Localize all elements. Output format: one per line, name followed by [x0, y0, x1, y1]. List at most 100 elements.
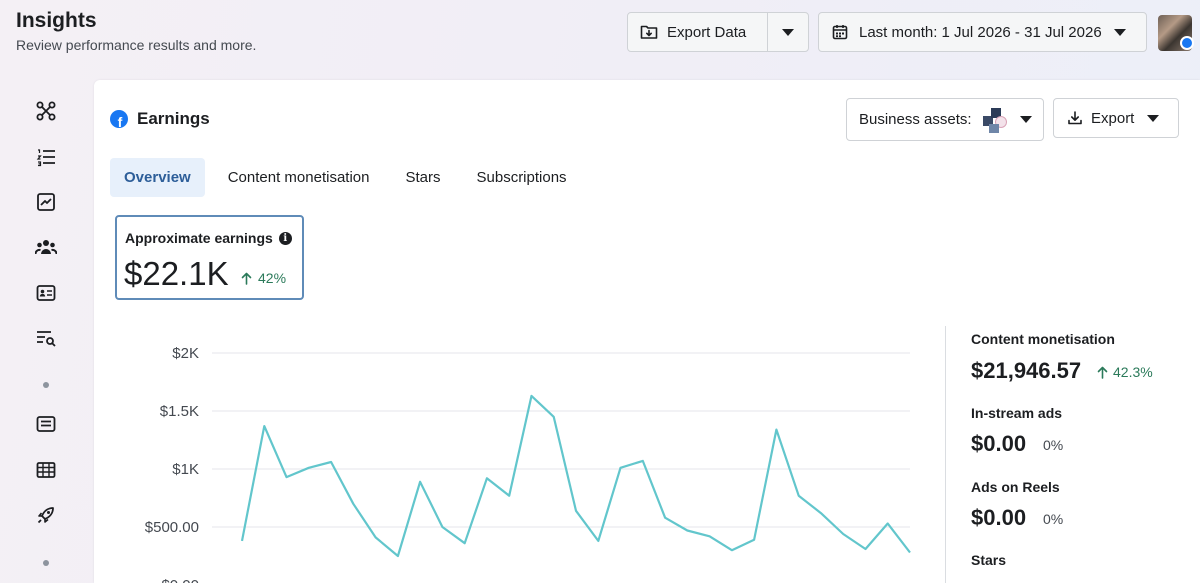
sidebar-separator-dot	[43, 560, 49, 566]
page-subtitle: Review performance results and more.	[16, 37, 257, 53]
breakdown-label-content-monetisation: Content monetisation	[971, 331, 1115, 347]
data-point[interactable]	[618, 465, 624, 471]
page-title: Insights	[16, 9, 97, 32]
data-point[interactable]	[707, 533, 713, 539]
data-point[interactable]	[506, 493, 512, 499]
data-point[interactable]	[439, 524, 445, 530]
breakdown-value-ads-on-reels: $0.00	[971, 505, 1027, 530]
calendar-icon	[832, 25, 848, 40]
tab-overview[interactable]: Overview	[110, 158, 205, 197]
data-point[interactable]	[907, 550, 913, 556]
breakdown-change-value: 42.3%	[1113, 364, 1153, 380]
metric-label: Approximate earnings	[125, 230, 273, 246]
list-numbered-icon[interactable]	[35, 146, 57, 168]
facebook-badge-icon	[1180, 36, 1194, 50]
data-point[interactable]	[529, 393, 535, 399]
y-tick-label: $2K	[172, 345, 199, 362]
data-point[interactable]	[818, 510, 824, 516]
data-point[interactable]	[573, 508, 579, 514]
date-range-button[interactable]: Last month: 1 Jul 2026 - 31 Jul 2026	[818, 12, 1147, 52]
business-assets-label: Business assets:	[859, 111, 972, 128]
data-point[interactable]	[328, 459, 334, 465]
business-assets-thumbnail-icon	[981, 106, 1009, 134]
tab-bar: Overview Content monetisation Stars Subs…	[110, 158, 567, 197]
earnings-series-line	[240, 394, 911, 558]
data-point[interactable]	[284, 474, 290, 480]
info-icon[interactable]: i	[278, 231, 292, 245]
data-point[interactable]	[796, 493, 802, 499]
approximate-earnings-card[interactable]: Approximate earnings i $22.1K 42%	[115, 215, 304, 300]
content-icon[interactable]	[35, 413, 57, 435]
data-point[interactable]	[551, 414, 557, 420]
metric-change-value: 42%	[258, 270, 287, 286]
y-tick-label: $500.00	[145, 519, 199, 536]
breakdown-label-ads-on-reels: Ads on Reels	[971, 479, 1060, 495]
breakdown-change-in-stream-ads: 0%	[1043, 437, 1064, 453]
data-point[interactable]	[885, 521, 891, 527]
data-point[interactable]	[373, 534, 379, 540]
metric-value: $22.1K	[124, 255, 229, 292]
data-point[interactable]	[595, 538, 601, 544]
export-data-split-button: Export Data	[627, 12, 809, 52]
breakdown-value-content-monetisation: $21,946.57	[971, 358, 1082, 383]
caret-down-icon	[1147, 114, 1160, 122]
card-header: f Earnings	[110, 109, 210, 129]
export-data-dropdown-button[interactable]	[768, 13, 808, 51]
data-point[interactable]	[261, 423, 267, 429]
data-point[interactable]	[484, 475, 490, 481]
export-data-button[interactable]: Export Data	[628, 13, 769, 51]
rocket-icon[interactable]	[35, 504, 57, 526]
download-folder-icon	[640, 25, 658, 39]
data-point[interactable]	[462, 540, 468, 546]
breakdown-label-stars: Stars	[971, 552, 1007, 568]
data-point[interactable]	[350, 501, 356, 507]
data-point[interactable]	[684, 528, 690, 534]
data-point[interactable]	[840, 531, 846, 537]
y-tick-label: $1.5K	[160, 403, 199, 420]
data-point[interactable]	[863, 546, 869, 552]
earnings-line-chart: $2K $1.5K $1K $500.00 $0.00	[145, 345, 913, 583]
facebook-logo-icon: f	[110, 110, 128, 128]
data-point[interactable]	[751, 537, 757, 543]
id-card-icon[interactable]	[35, 282, 57, 304]
tab-stars[interactable]: Stars	[405, 158, 440, 197]
arrow-up-icon	[241, 272, 252, 285]
data-point[interactable]	[640, 458, 646, 464]
hub-icon[interactable]	[35, 100, 57, 122]
search-list-icon[interactable]	[35, 327, 57, 349]
data-point[interactable]	[395, 553, 401, 559]
export-button[interactable]: Export	[1053, 98, 1179, 138]
export-data-label: Export Data	[667, 23, 747, 41]
date-range-label: Last month: 1 Jul 2026 - 31 Jul 2026	[859, 23, 1102, 41]
caret-down-icon	[782, 28, 795, 36]
metric-change: 42%	[241, 270, 286, 286]
tab-content-monetisation[interactable]: Content monetisation	[228, 158, 370, 197]
breakdown-change-content-monetisation: 42.3%	[1097, 364, 1153, 380]
data-point[interactable]	[306, 465, 312, 471]
trend-chart-icon[interactable]	[35, 191, 57, 213]
breakdown-value-in-stream-ads: $0.00	[971, 431, 1027, 456]
data-point[interactable]	[239, 538, 245, 544]
data-point[interactable]	[662, 515, 668, 521]
data-point[interactable]	[773, 427, 779, 433]
metric-label-wrap: Approximate earnings i	[125, 230, 292, 246]
earnings-card: f Earnings Business assets: Export Overv…	[94, 80, 1200, 583]
data-point[interactable]	[417, 479, 423, 485]
y-tick-label: $0.00	[161, 577, 199, 583]
audience-icon[interactable]	[35, 236, 57, 258]
tab-subscriptions[interactable]: Subscriptions	[477, 158, 567, 197]
breakdown-label-in-stream-ads: In-stream ads	[971, 405, 1063, 421]
download-icon	[1068, 111, 1082, 125]
vertical-divider	[945, 326, 946, 583]
page-header: Insights Review performance results and …	[0, 0, 1200, 70]
export-label: Export	[1091, 109, 1135, 127]
table-icon[interactable]	[35, 459, 57, 481]
sidebar-separator-dot	[43, 382, 49, 388]
caret-down-icon	[1019, 116, 1032, 123]
business-assets-dropdown[interactable]: Business assets:	[846, 98, 1044, 141]
y-tick-label: $1K	[172, 461, 199, 478]
caret-down-icon	[1113, 28, 1126, 36]
data-point[interactable]	[729, 547, 735, 553]
breakdown-change-ads-on-reels: 0%	[1043, 511, 1064, 527]
sidebar	[0, 80, 92, 583]
